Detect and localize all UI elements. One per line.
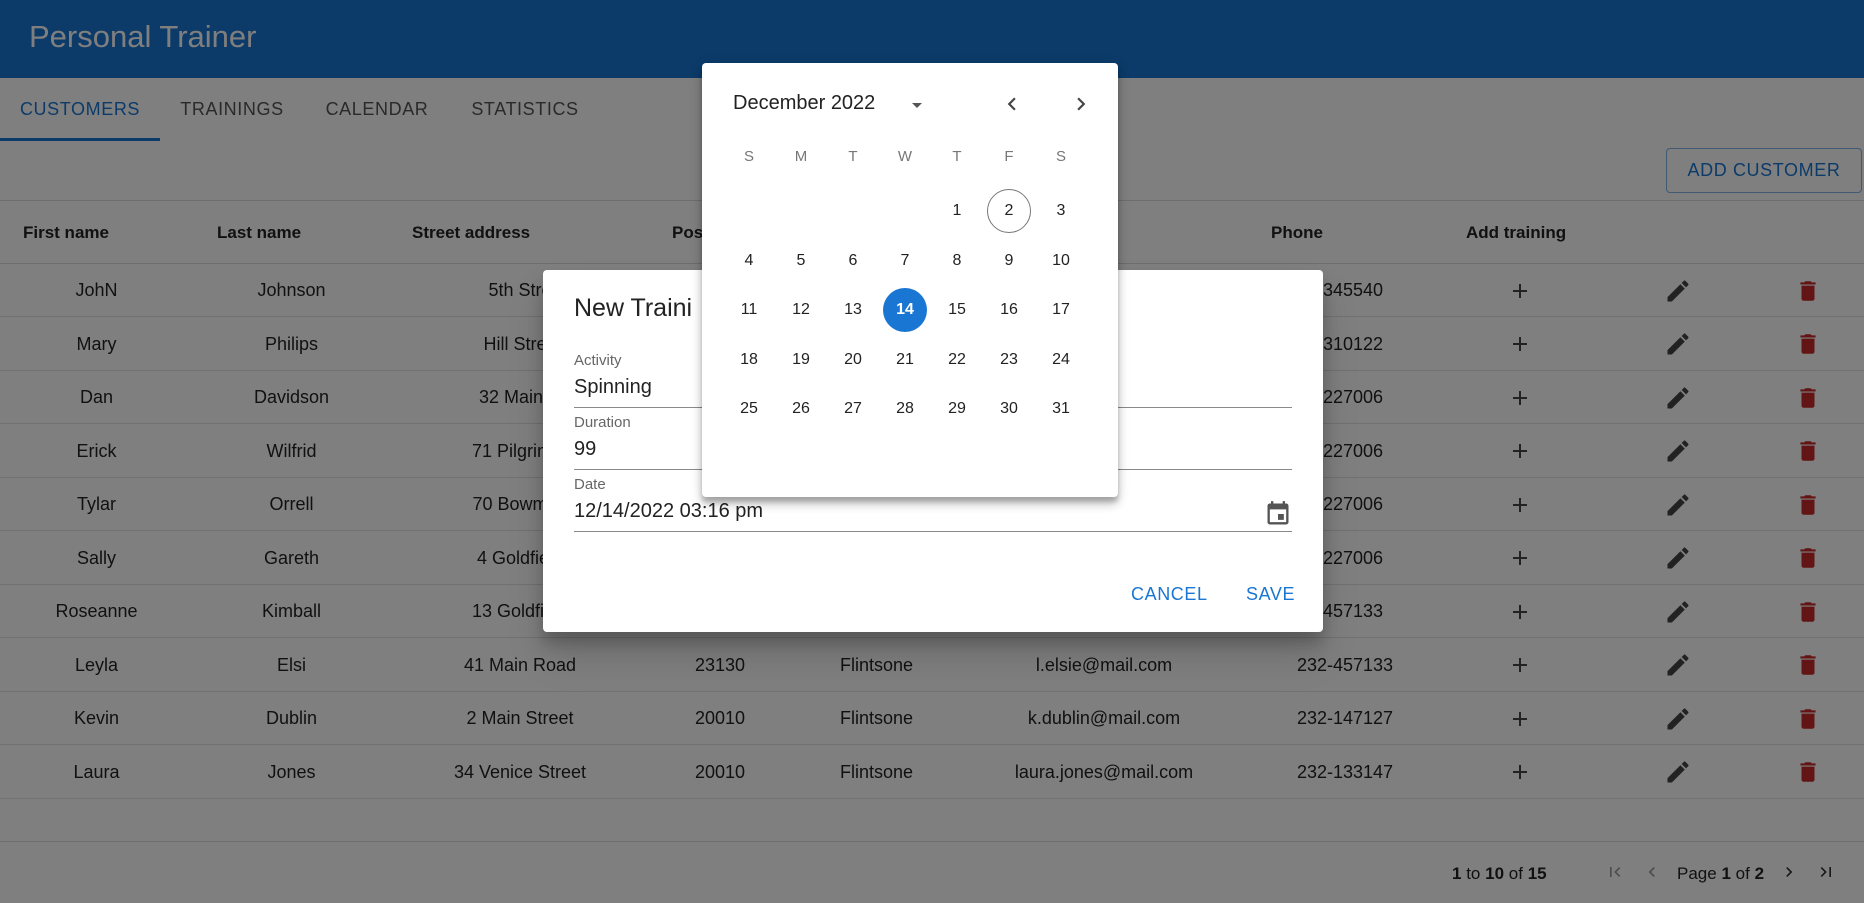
calendar-day[interactable]: 13	[831, 288, 875, 332]
calendar-day[interactable]: 1	[935, 189, 979, 233]
activity-label: Activity	[574, 352, 622, 369]
calendar-day[interactable]: 4	[727, 239, 771, 283]
calendar-day[interactable]: 12	[779, 288, 823, 332]
calendar-month-label[interactable]: December 2022	[733, 92, 875, 115]
calendar-icon[interactable]	[1264, 500, 1292, 528]
calendar-day[interactable]: 6	[831, 239, 875, 283]
calendar-day[interactable]: 7	[883, 239, 927, 283]
calendar-day[interactable]: 5	[779, 239, 823, 283]
weekday-label: S	[743, 148, 754, 165]
weekday-label: W	[897, 148, 913, 165]
next-month-icon[interactable]	[1068, 91, 1094, 117]
calendar-day[interactable]: 15	[935, 288, 979, 332]
calendar-day[interactable]: 16	[987, 288, 1031, 332]
calendar-day[interactable]: 23	[987, 338, 1031, 382]
weekday-label: S	[1055, 148, 1066, 165]
weekday-label: T	[952, 148, 962, 165]
weekday-label: M	[794, 148, 808, 165]
calendar-day[interactable]: 31	[1039, 387, 1083, 431]
calendar-day[interactable]: 3	[1039, 189, 1083, 233]
calendar-day[interactable]: 19	[779, 338, 823, 382]
calendar-day[interactable]: 2	[987, 189, 1031, 233]
previous-month-icon[interactable]	[999, 91, 1025, 117]
duration-label: Duration	[574, 414, 631, 431]
calendar-day[interactable]: 21	[883, 338, 927, 382]
calendar-day[interactable]: 11	[727, 288, 771, 332]
dialog-title: New Traini	[574, 294, 693, 322]
duration-input[interactable]: 99	[574, 438, 596, 461]
date-label: Date	[574, 476, 606, 493]
date-input[interactable]: 12/14/2022 03:16 pm	[574, 500, 763, 523]
calendar-day[interactable]: 24	[1039, 338, 1083, 382]
weekday-label: F	[1004, 148, 1014, 165]
chevron-down-icon[interactable]	[905, 93, 929, 117]
calendar-day[interactable]: 17	[1039, 288, 1083, 332]
calendar-day[interactable]: 25	[727, 387, 771, 431]
calendar-day[interactable]: 20	[831, 338, 875, 382]
calendar-day[interactable]: 28	[883, 387, 927, 431]
calendar-day[interactable]: 30	[987, 387, 1031, 431]
calendar-day[interactable]: 29	[935, 387, 979, 431]
calendar-day[interactable]: 27	[831, 387, 875, 431]
cancel-button[interactable]: CANCEL	[1131, 584, 1208, 605]
weekday-label: T	[848, 148, 858, 165]
calendar-day[interactable]: 22	[935, 338, 979, 382]
calendar-day-selected[interactable]: 14	[883, 288, 927, 332]
calendar-day[interactable]: 8	[935, 239, 979, 283]
calendar-day[interactable]: 26	[779, 387, 823, 431]
save-button[interactable]: SAVE	[1246, 584, 1295, 605]
calendar-day[interactable]: 10	[1039, 239, 1083, 283]
calendar-day[interactable]: 18	[727, 338, 771, 382]
date-picker-popover: December 2022 SMTWTFS 1 2 3 4 5 6 7 8 9 10 11 12 13 1…	[702, 63, 1118, 497]
calendar-day[interactable]: 9	[987, 239, 1031, 283]
activity-input[interactable]: Spinning	[574, 376, 652, 399]
